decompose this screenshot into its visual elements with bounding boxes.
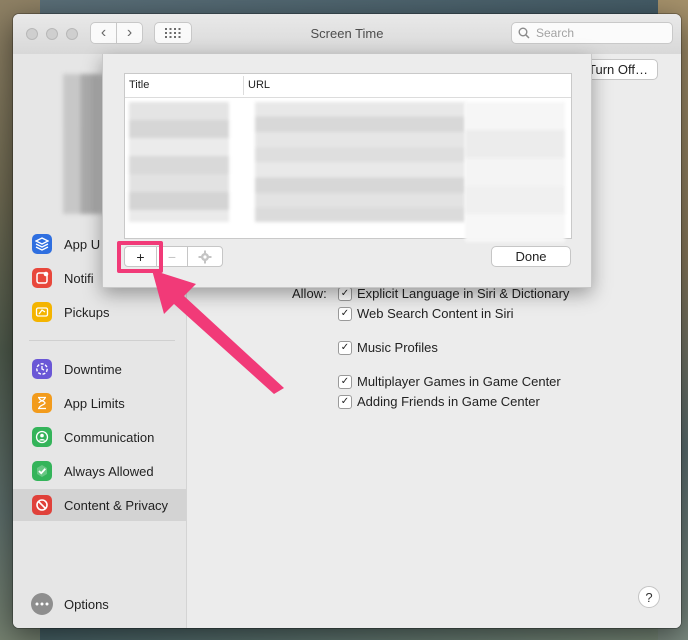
table-row[interactable] xyxy=(465,102,565,242)
checkbox[interactable]: ✓ xyxy=(338,286,352,301)
options-button[interactable]: Options xyxy=(13,588,186,620)
check-label: Music Profiles xyxy=(357,340,438,355)
action-menu-button[interactable] xyxy=(187,246,223,267)
minus-icon: − xyxy=(167,248,177,265)
always-allowed-icon xyxy=(32,461,52,481)
sidebar-item-label: App U xyxy=(64,236,101,252)
table-row[interactable] xyxy=(255,102,465,222)
options-icon xyxy=(31,593,53,615)
table-row[interactable] xyxy=(129,102,229,222)
title-bar: ‹ › Screen Time xyxy=(13,14,681,55)
check-adding-friends[interactable]: ✓ Adding Friends in Game Center xyxy=(338,394,540,409)
pickups-icon xyxy=(32,302,52,322)
app-limits-icon xyxy=(32,393,52,413)
column-header-url[interactable]: URL xyxy=(248,79,270,91)
checkbox[interactable]: ✓ xyxy=(338,394,352,409)
search-field[interactable] xyxy=(511,22,673,44)
checkbox[interactable]: ✓ xyxy=(338,340,352,355)
column-divider xyxy=(243,76,244,95)
content-privacy-icon xyxy=(32,495,52,515)
check-label: Explicit Language in Siri & Dictionary xyxy=(357,286,570,301)
communication-icon xyxy=(32,427,52,447)
website-list-sheet: Title URL + − Done xyxy=(102,54,592,288)
sidebar-item-communication[interactable]: Communication xyxy=(13,421,186,453)
check-label: Adding Friends in Game Center xyxy=(357,394,540,409)
sidebar-item-label: Content & Privacy xyxy=(64,497,169,513)
checkbox[interactable]: ✓ xyxy=(338,374,352,389)
done-button[interactable]: Done xyxy=(491,246,571,267)
check-label: Web Search Content in Siri xyxy=(357,306,514,321)
check-label: Multiplayer Games in Game Center xyxy=(357,374,561,389)
sidebar-item-label: Always Allowed xyxy=(64,463,154,479)
sidebar-item-label: Downtime xyxy=(64,361,122,377)
check-music-profiles[interactable]: ✓ Music Profiles xyxy=(338,340,438,355)
column-header-title[interactable]: Title xyxy=(129,79,149,91)
options-label: Options xyxy=(64,596,109,612)
downtime-icon xyxy=(32,359,52,379)
check-explicit-language[interactable]: ✓ Explicit Language in Siri & Dictionary xyxy=(338,286,569,301)
search-icon xyxy=(518,27,530,39)
sidebar-item-label: Communication xyxy=(64,429,155,445)
check-multiplayer-games[interactable]: ✓ Multiplayer Games in Game Center xyxy=(338,374,561,389)
sidebar-item-label: Pickups xyxy=(64,304,110,320)
help-button[interactable]: ? xyxy=(638,586,660,608)
website-table: Title URL xyxy=(124,73,572,242)
sidebar-item-label: Notifi xyxy=(64,270,94,286)
search-input[interactable] xyxy=(534,25,668,41)
annotation-arrow-icon xyxy=(152,270,284,394)
notifications-icon xyxy=(32,268,52,288)
sidebar-item-always-allowed[interactable]: Always Allowed xyxy=(13,455,186,487)
gear-icon xyxy=(198,250,212,263)
check-web-search[interactable]: ✓ Web Search Content in Siri xyxy=(338,306,514,321)
table-header: Title URL xyxy=(125,74,571,98)
sidebar-item-content-privacy[interactable]: Content & Privacy xyxy=(13,489,186,521)
checkbox[interactable]: ✓ xyxy=(338,306,352,321)
app-usage-icon xyxy=(32,234,52,254)
sidebar-item-label: App Limits xyxy=(64,395,125,411)
